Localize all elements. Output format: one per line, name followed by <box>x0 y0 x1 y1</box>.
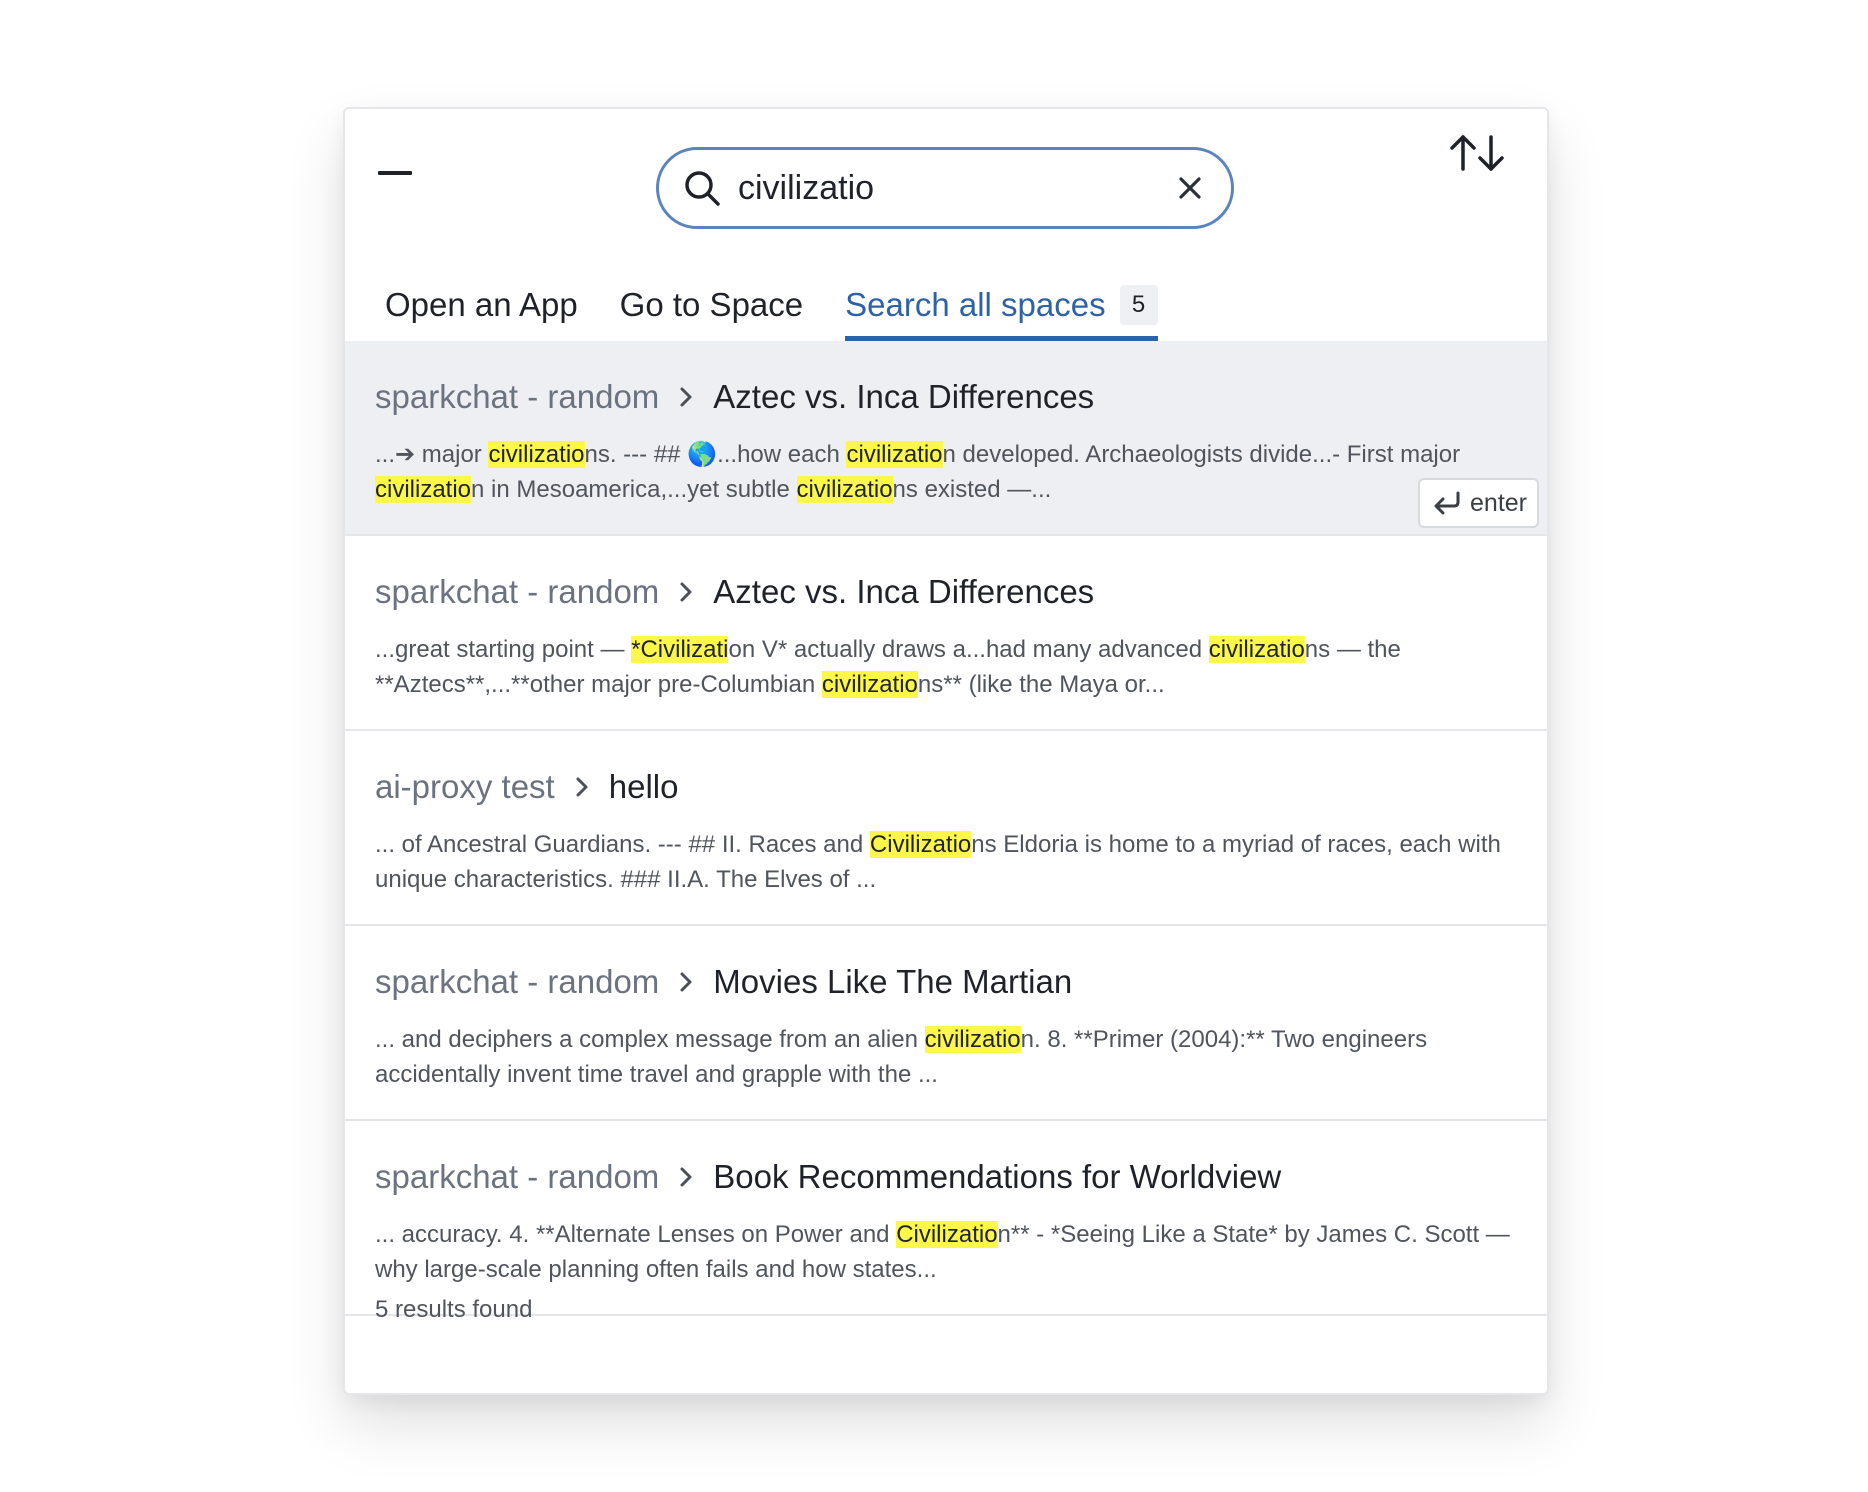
snippet-text: ns** (like the Maya or... <box>917 671 1165 698</box>
result-row[interactable]: ai-proxy test hello ... of Ancestral Guard… <box>345 731 1547 926</box>
snippet-text: ... accuracy. 4. **Alternate Lenses on P… <box>375 1221 897 1248</box>
result-count-badge: 5 <box>1119 285 1158 325</box>
snippet-text: ...great starting point — <box>375 636 632 663</box>
result-snippet: ...great starting point — *Civilization … <box>375 632 1517 702</box>
enter-label: enter <box>1470 488 1527 517</box>
chevron-right-icon <box>680 582 692 602</box>
result-title: hello <box>608 768 679 805</box>
chevron-right-icon <box>576 777 588 797</box>
chevron-right-icon <box>680 387 692 407</box>
match-highlight: civilizatio <box>796 476 893 503</box>
snippet-text: n in Mesoamerica,...yet subtle <box>471 476 797 503</box>
result-title: Book Recommendations for Worldview <box>713 1158 1282 1195</box>
snippet-text: ...➔ major <box>375 441 489 468</box>
tab-bar: Open an App Go to Space Search all space… <box>385 269 1200 341</box>
result-breadcrumb: sparkchat - random Aztec vs. Inca Differe… <box>375 570 1517 614</box>
tab-label: Search all spaces <box>845 286 1106 323</box>
search-input[interactable] <box>738 168 1175 208</box>
match-highlight: civilizatio <box>488 441 585 468</box>
result-snippet: ...➔ major civilizations. --- ## 🌎...how… <box>375 437 1517 507</box>
result-space-name: sparkchat - random <box>375 573 660 610</box>
result-row[interactable]: sparkchat - random Book Recommendations f… <box>345 1121 1547 1316</box>
result-space-name: sparkchat - random <box>375 963 660 1000</box>
results-status: 5 results found <box>375 1296 533 1323</box>
tab-open-an-app[interactable]: Open an App <box>385 269 578 341</box>
snippet-text: n developed. Archaeologists divide...- F… <box>942 441 1461 468</box>
minimize-icon[interactable] <box>378 155 412 191</box>
result-snippet: ... accuracy. 4. **Alternate Lenses on P… <box>375 1217 1517 1287</box>
result-snippet: ... and deciphers a complex message from… <box>375 1022 1517 1092</box>
snippet-text: ns. --- ## 🌎...how each <box>584 441 847 468</box>
close-icon[interactable] <box>1175 173 1205 203</box>
result-row[interactable]: sparkchat - random Movies Like The Martia… <box>345 926 1547 1121</box>
result-breadcrumb: sparkchat - random Aztec vs. Inca Differe… <box>375 375 1517 419</box>
match-highlight: civilizatio <box>1208 636 1305 663</box>
result-title: Movies Like The Martian <box>713 963 1073 1000</box>
results-list: sparkchat - random Aztec vs. Inca Differe… <box>345 341 1547 1316</box>
snippet-text: ... of Ancestral Guardians. --- ## II. R… <box>375 831 870 858</box>
search-icon <box>685 171 720 206</box>
dialog-header: Open an App Go to Space Search all space… <box>345 109 1547 341</box>
search-field[interactable] <box>656 147 1234 229</box>
match-highlight: civilizatio <box>846 441 943 468</box>
result-breadcrumb: sparkchat - random Book Recommendations f… <box>375 1155 1517 1199</box>
result-title: Aztec vs. Inca Differences <box>713 573 1095 610</box>
result-breadcrumb: ai-proxy test hello <box>375 765 1517 809</box>
sort-arrows-icon[interactable] <box>1445 131 1509 175</box>
return-icon <box>1434 491 1460 515</box>
result-row[interactable]: sparkchat - random Aztec vs. Inca Differe… <box>345 341 1547 536</box>
match-highlight: civilizatio <box>821 671 918 698</box>
snippet-text: ... and deciphers a complex message from… <box>375 1026 925 1053</box>
match-highlight: Civilizatio <box>869 831 972 858</box>
match-highlight: Civilizatio <box>896 1221 998 1248</box>
result-space-name: sparkchat - random <box>375 1158 660 1195</box>
match-highlight: *Civilizati <box>631 636 729 663</box>
match-highlight: civilizatio <box>924 1026 1021 1053</box>
result-title: Aztec vs. Inca Differences <box>713 378 1095 415</box>
tab-search-all-spaces[interactable]: Search all spaces 5 <box>845 269 1158 341</box>
snippet-text: on V* actually draws a...had many advanc… <box>728 636 1209 663</box>
chevron-right-icon <box>680 1167 692 1187</box>
match-highlight: civilizatio <box>375 476 472 503</box>
snippet-text: ns existed —... <box>892 476 1052 503</box>
result-space-name: sparkchat - random <box>375 378 660 415</box>
result-space-name: ai-proxy test <box>375 768 555 805</box>
search-dialog: Open an App Go to Space Search all space… <box>343 107 1549 1395</box>
tab-go-to-space[interactable]: Go to Space <box>620 269 803 341</box>
chevron-right-icon <box>680 972 692 992</box>
result-row[interactable]: sparkchat - random Aztec vs. Inca Differe… <box>345 536 1547 731</box>
result-breadcrumb: sparkchat - random Movies Like The Martia… <box>375 960 1517 1004</box>
result-snippet: ... of Ancestral Guardians. --- ## II. R… <box>375 827 1517 897</box>
enter-hint: enter <box>1418 478 1539 528</box>
